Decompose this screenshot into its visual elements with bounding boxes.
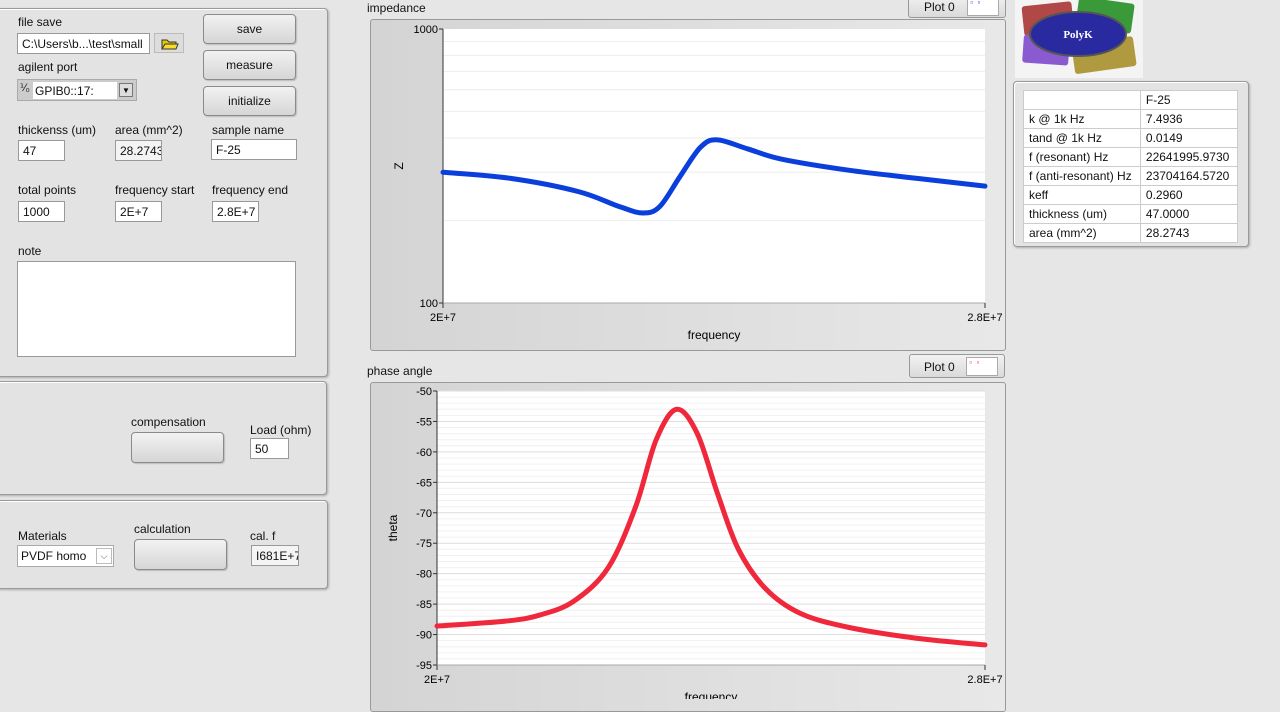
io-icon: ⅟₀ [20,83,30,94]
row-name: area (mm^2) [1023,223,1141,243]
row-name: tand @ 1k Hz [1023,128,1141,148]
load-label: Load (ohm) [250,423,312,437]
impedance-chart: 1000 100 2E+7 2.8E+7 frequency Z [392,24,1003,342]
impedance-plot-legend[interactable]: Plot 0 ▫ ▫ [908,0,1006,18]
y-tick-label: 100 [420,298,438,310]
sample-name-label: sample name [212,123,285,137]
row-value: 7.4936 [1139,109,1239,129]
y-axis-label: theta [386,514,400,541]
table-row: keff 0.2960 [1023,185,1239,205]
frequency-start-input[interactable]: 2E+7 [115,201,162,222]
cal-f-label: cal. f [250,529,276,543]
agilent-port-select[interactable]: ⅟₀ GPIB0::17: ▼ [17,79,137,101]
y-tick-label: 1000 [414,24,438,36]
thickness-input[interactable]: 47 [18,140,65,161]
x-tick-label: 2.8E+7 [967,674,1002,686]
agilent-port-value: GPIB0::17: [33,82,117,99]
folder-icon [161,39,179,50]
row-value: 22641995.9730 [1139,147,1239,167]
calculation-label: calculation [134,522,191,536]
x-axis-label: frequency [688,328,741,342]
compensation-label: compensation [131,415,206,429]
materials-value: PVDF homo [21,549,87,563]
results-table: F-25 k @ 1k Hz 7.4936 tand @ 1k Hz 0.0149 … [1023,90,1239,243]
row-value: 0.2960 [1139,185,1239,205]
y-axis-label: Z [392,162,406,169]
row-name: f (resonant) Hz [1023,147,1141,167]
initialize-button[interactable]: initialize [203,86,296,116]
impedance-title: impedance [367,1,426,15]
y-tick-label: -55 [416,416,432,428]
polyk-logo: PolyK [1015,0,1143,78]
save-button[interactable]: save [203,14,296,44]
materials-select[interactable]: PVDF homo ⌵ [17,545,114,567]
y-tick-label: -60 [416,447,432,459]
materials-label: Materials [18,529,67,543]
row-name: keff [1023,185,1141,205]
y-tick-label: -75 [416,538,432,550]
sample-name-input[interactable]: F-25 [211,139,297,160]
row-name: thickness (um) [1023,204,1141,224]
y-tick-label: -80 [416,569,432,581]
table-row: k @ 1k Hz 7.4936 [1023,109,1239,129]
note-textarea[interactable] [17,261,296,357]
table-row: f (anti-resonant) Hz 23704164.5720 [1023,166,1239,186]
y-tick-label: -90 [416,630,432,642]
table-header-cell: F-25 [1139,90,1239,110]
row-value: 0.0149 [1139,128,1239,148]
table-row: area (mm^2) 28.2743 [1023,223,1239,243]
area-value: 28.2743 [115,140,162,161]
row-name: f (anti-resonant) Hz [1023,166,1141,186]
note-label: note [18,244,42,258]
row-value: 28.2743 [1139,223,1239,243]
y-tick-label: -50 [416,386,432,398]
phase-plot-legend[interactable]: Plot 0 ▫ ▫ [909,354,1005,378]
x-tick-label: 2E+7 [430,312,456,324]
legend-label: Plot 0 [924,0,955,14]
table-row: thickness (um) 47.0000 [1023,204,1239,224]
compensation-button[interactable] [131,432,224,463]
agilent-port-label: agilent port [18,60,78,74]
cal-f-value: I681E+7 [251,545,299,566]
x-tick-label: 2E+7 [424,674,450,686]
phase-chart: -50 -55 -60 -65 -70 -75 -80 -85 -90 -95 2E+7 2.8E+7… [386,386,1003,699]
x-tick-label: 2.8E+7 [967,312,1002,324]
svg-text:PolyK: PolyK [1063,29,1093,41]
phase-title: phase angle [367,364,433,378]
plot-style-icon: ▫ ▫ [966,357,998,376]
table-header-row: F-25 [1023,90,1239,110]
table-row: tand @ 1k Hz 0.0149 [1023,128,1239,148]
load-input[interactable]: 50 [250,438,289,459]
legend-label: Plot 0 [924,360,955,374]
y-tick-label: -65 [416,477,432,489]
y-tick-label: -95 [416,660,432,672]
chevron-down-icon[interactable]: ⌵ [96,548,112,564]
calculation-button[interactable] [134,539,227,570]
frequency-end-input[interactable]: 2.8E+7 [212,201,259,222]
y-tick-label: -70 [416,508,432,520]
measure-button[interactable]: measure [203,50,296,80]
file-save-input[interactable]: C:\Users\b...\test\small [17,33,150,54]
dropdown-arrow-icon[interactable]: ▼ [119,83,133,97]
plot-area [437,391,985,665]
plot-area [443,29,985,303]
total-points-input[interactable]: 1000 [18,201,65,222]
area-label: area (mm^2) [115,123,183,137]
row-value: 47.0000 [1139,204,1239,224]
frequency-start-label: frequency start [115,183,195,197]
plot-style-icon: ▫ ▫ [967,0,999,16]
total-points-label: total points [18,183,77,197]
row-name: k @ 1k Hz [1023,109,1141,129]
table-row: f (resonant) Hz 22641995.9730 [1023,147,1239,167]
thickness-label: thickenss (um) [18,123,97,137]
row-value: 23704164.5720 [1139,166,1239,186]
frequency-end-label: frequency end [212,183,289,197]
browse-folder-button[interactable] [154,33,184,53]
file-save-label: file save [18,15,63,29]
y-tick-label: -85 [416,599,432,611]
x-axis-label: frequency [685,690,738,699]
